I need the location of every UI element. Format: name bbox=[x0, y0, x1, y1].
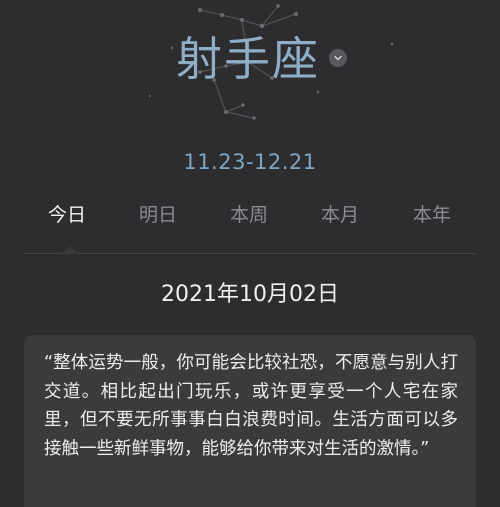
fortune-card: “整体运势一般，你可能会比较社恐，不愿意与别人打交道。相比起出门玩乐，或许更享受… bbox=[24, 335, 476, 507]
tab-today[interactable]: 今日 bbox=[27, 200, 107, 227]
date-heading: 2021年10月02日 bbox=[161, 282, 339, 307]
active-tab-indicator bbox=[62, 246, 78, 254]
sign-dropdown-button[interactable] bbox=[329, 49, 347, 67]
period-tabs: 今日 明日 本周 本月 本年 bbox=[0, 200, 500, 240]
tab-this-week[interactable]: 本周 bbox=[209, 200, 289, 227]
horoscope-page: 射手座 11.23-12.21 今日 明日 本周 本月 本年 2021年10月0… bbox=[0, 0, 500, 507]
tab-divider bbox=[24, 253, 476, 254]
sign-title[interactable]: 射手座 bbox=[176, 28, 320, 90]
sign-header[interactable]: 射手座 bbox=[0, 28, 500, 98]
tab-this-month[interactable]: 本月 bbox=[300, 200, 380, 227]
chevron-down-icon bbox=[334, 55, 342, 61]
tab-tomorrow[interactable]: 明日 bbox=[118, 200, 198, 227]
sign-date-range: 11.23-12.21 bbox=[183, 150, 317, 174]
tab-this-year[interactable]: 本年 bbox=[392, 200, 472, 227]
fortune-text: “整体运势一般，你可能会比较社恐，不愿意与别人打交道。相比起出门玩乐，或许更享受… bbox=[44, 353, 458, 459]
